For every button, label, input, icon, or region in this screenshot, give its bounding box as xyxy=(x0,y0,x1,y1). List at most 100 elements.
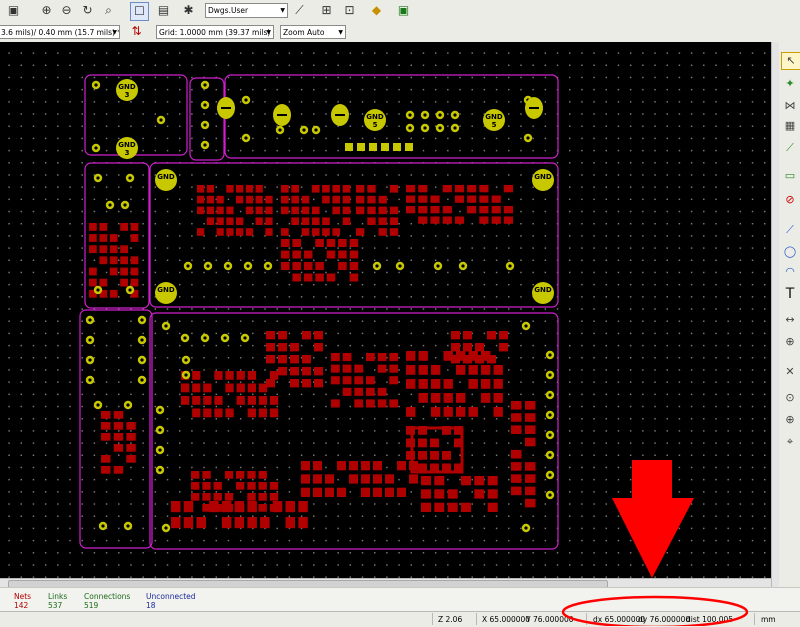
add-target-icon[interactable]: ⊕ xyxy=(781,334,799,350)
pcb-canvas[interactable]: GND 3 GND 3 GND 5 GND 5 GND GND GND GND xyxy=(0,42,771,578)
smd-pad xyxy=(418,365,428,375)
fill-zones-icon[interactable]: ⊡ xyxy=(341,2,358,19)
ratsnest-icon[interactable]: ⋈ xyxy=(781,98,799,114)
add-dimension-icon[interactable]: ↔ xyxy=(781,312,799,328)
grid-select[interactable]: Grid: 1.0000 mm (39.37 mils) ▼ xyxy=(156,25,274,39)
smd-pad xyxy=(258,493,267,501)
add-text-icon[interactable]: T xyxy=(781,286,799,302)
add-keepout-icon[interactable]: ⊘ xyxy=(781,192,799,208)
smd-pad xyxy=(354,376,364,385)
smd-pad xyxy=(451,343,460,352)
grid-origin-icon[interactable]: ⊕ xyxy=(781,412,799,428)
smd-pad xyxy=(292,262,301,270)
smd-pad xyxy=(454,216,465,224)
drill-hole xyxy=(158,448,162,452)
add-zone-icon[interactable]: ▭ xyxy=(781,168,799,184)
chevron-down-icon: ▼ xyxy=(266,29,271,36)
smd-pad xyxy=(191,482,200,490)
drc-icon[interactable]: ✱ xyxy=(180,2,197,19)
set-origin-icon[interactable]: ⊙ xyxy=(781,390,799,406)
drill-hole xyxy=(423,126,427,130)
smd-pad xyxy=(342,217,351,225)
smd-pad xyxy=(342,195,351,204)
autoroute-icon[interactable]: ⊞ xyxy=(318,2,335,19)
drill-hole xyxy=(164,526,168,530)
drill-hole xyxy=(438,113,442,117)
smd-pad xyxy=(447,489,458,499)
smd-pad xyxy=(203,383,212,393)
add-circle-icon[interactable]: ◯ xyxy=(781,244,799,260)
smd-pad xyxy=(406,407,416,417)
connections-value: 519 xyxy=(84,601,99,610)
add-module-icon[interactable]: ▦ xyxy=(781,118,799,134)
smd-pad xyxy=(332,185,341,193)
board-icon[interactable]: ▣ xyxy=(5,2,22,19)
smd-pad xyxy=(126,444,136,452)
smd-pad xyxy=(389,228,399,236)
smd-pad xyxy=(302,367,311,376)
smd-pad xyxy=(171,501,181,513)
zoom-out-icon[interactable]: ⊖ xyxy=(58,2,75,19)
smd-pad xyxy=(463,331,472,340)
zoom-in-icon[interactable]: ⊕ xyxy=(38,2,55,19)
zoom-select[interactable]: Zoom Auto ▼ xyxy=(280,25,346,39)
add-line-icon[interactable]: ⟋ xyxy=(781,222,799,238)
drill-hole xyxy=(96,403,100,407)
zoom-selection-icon[interactable]: ☐ xyxy=(130,2,149,21)
drill-hole xyxy=(508,264,512,268)
redraw-icon[interactable]: ↻ xyxy=(79,2,96,19)
status-zoom: Z 2.06 xyxy=(438,615,463,624)
drill-hole xyxy=(423,113,427,117)
highlight-net-icon[interactable]: ✦ xyxy=(781,76,799,92)
drill-hole xyxy=(126,524,130,528)
smd-pad xyxy=(303,262,313,270)
smd-pad xyxy=(269,371,279,380)
gnd-label: GND xyxy=(118,83,136,91)
header-pin xyxy=(369,143,377,151)
smd-pad xyxy=(313,487,322,497)
smd-pad xyxy=(331,399,340,408)
smd-pad xyxy=(266,355,275,364)
smd-pad xyxy=(389,376,399,385)
add-arc-icon[interactable]: ◠ xyxy=(781,264,799,280)
smd-pad xyxy=(171,517,181,529)
drill-hole xyxy=(88,338,92,342)
smd-pad xyxy=(311,185,320,193)
zoom-fit-icon[interactable]: ⌕ xyxy=(100,2,117,19)
smd-pad xyxy=(216,195,224,204)
smd-pad xyxy=(525,486,536,496)
smd-pad xyxy=(311,217,320,225)
plugin-icon[interactable]: ▣ xyxy=(395,2,412,19)
smd-pad xyxy=(109,289,118,298)
smd-pad xyxy=(499,343,508,352)
drill-hole xyxy=(184,358,188,362)
drill-hole xyxy=(128,288,132,292)
smd-pad xyxy=(378,228,387,236)
smd-pad xyxy=(101,422,111,430)
smd-pad xyxy=(301,228,310,236)
smd-pad xyxy=(247,517,257,529)
track-width-select[interactable]: 3.6 mils)/ 0.40 mm (15.7 mils) * ▼ xyxy=(0,25,120,39)
status-dist: dist 100.005 xyxy=(686,615,734,624)
netlist-icon[interactable]: ▤ xyxy=(155,2,172,19)
select-arrow-icon[interactable]: ↖ xyxy=(781,52,800,70)
add-track-icon[interactable]: ⟋ xyxy=(781,140,799,156)
measure-icon[interactable]: ⌖ xyxy=(781,434,799,450)
main-toolbar: ▣ ⊕ ⊖ ↻ ⌕ ☐ ▤ ✱ Dwgs.User ▼ ⟋ ⊞ ⊡ ◆ ▣ xyxy=(0,0,800,23)
smd-pad xyxy=(245,228,254,236)
smd-pad xyxy=(367,217,376,225)
smd-pad xyxy=(331,353,340,362)
warning-icon[interactable]: ◆ xyxy=(368,2,385,19)
layer-pair-icon[interactable]: ⟋ xyxy=(291,2,308,19)
delete-icon[interactable]: ✕ xyxy=(781,364,799,380)
smd-pad xyxy=(475,355,484,364)
layer-select[interactable]: Dwgs.User ▼ xyxy=(205,3,288,18)
smd-pad xyxy=(389,185,399,193)
smd-pad xyxy=(236,471,245,479)
smd-pad xyxy=(234,501,245,513)
smd-pad xyxy=(313,474,322,484)
via-size-icon[interactable]: ⇅ xyxy=(128,23,145,40)
smd-pad xyxy=(226,185,234,193)
smd-pad xyxy=(202,471,211,479)
smd-pad xyxy=(493,393,503,403)
